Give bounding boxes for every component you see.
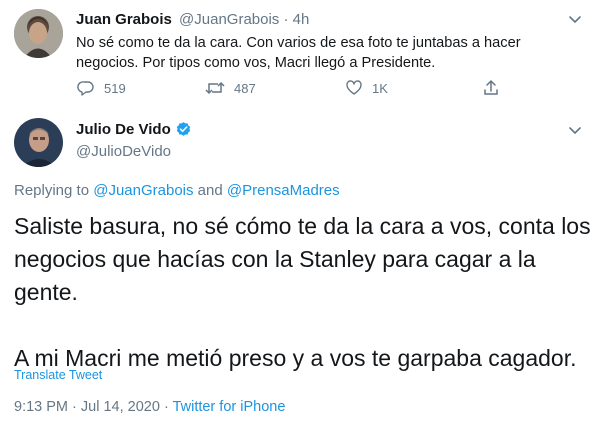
like-icon (346, 80, 362, 95)
avatar-image (14, 118, 63, 167)
separator: · (283, 11, 289, 28)
separator: · (163, 399, 169, 415)
reply-action[interactable]: 519 (77, 79, 126, 97)
handle[interactable]: @JuanGrabois (179, 11, 279, 28)
chevron-down-icon[interactable] (568, 12, 582, 26)
tweet-body-line: negocios que hacías con la Stanley para … (14, 246, 536, 272)
reply-text-line: negocios. Por tipos como vos, Macri lleg… (76, 55, 436, 71)
replying-prefix: Replying to (14, 182, 90, 199)
replying-and: and (197, 182, 223, 199)
reply-tweet-header: Juan Grabois @JuanGrabois · 4h (76, 11, 309, 28)
avatar-juan-grabois[interactable] (14, 9, 63, 58)
reply-text-line: No sé como te da la cara. Con varios de … (76, 35, 521, 51)
reply-count: 519 (104, 80, 126, 96)
tweet-body: Saliste basura, no sé cómo te da la cara… (14, 210, 591, 375)
handle[interactable]: @JulioDeVido (76, 143, 171, 160)
mention-link[interactable]: @PrensaMadres (227, 182, 340, 199)
retweet-icon (205, 81, 225, 95)
verified-badge-icon (176, 122, 190, 136)
translate-tweet-link[interactable]: Translate Tweet (14, 368, 102, 382)
tweet-meta: 9:13 PM · Jul 14, 2020 · Twitter for iPh… (14, 399, 285, 415)
tweet-body-line: Saliste basura, no sé cómo te da la cara… (14, 213, 591, 239)
like-count: 1K (372, 80, 388, 96)
reply-tweet-text: No sé como te da la cara. Con varios de … (76, 33, 521, 73)
main-tweet-name-row: Julio De Vido (76, 121, 192, 138)
share-icon[interactable] (482, 79, 500, 97)
timestamp[interactable]: 9:13 PM · Jul 14, 2020 (14, 399, 160, 415)
display-name[interactable]: Juan Grabois (76, 11, 172, 28)
like-action[interactable]: 1K (345, 79, 388, 97)
tweet-body-line: gente. (14, 279, 78, 305)
retweet-action[interactable]: 487 (205, 79, 256, 97)
mention-link[interactable]: @JuanGrabois (93, 182, 193, 199)
retweet-count: 487 (234, 80, 256, 96)
avatar-julio-de-vido[interactable] (14, 118, 63, 167)
reply-icon (77, 81, 94, 96)
chevron-down-icon[interactable] (568, 123, 582, 137)
display-name[interactable]: Julio De Vido (76, 121, 171, 138)
avatar-image (14, 9, 63, 58)
replying-to: Replying to @JuanGrabois and @PrensaMadr… (14, 182, 340, 199)
tweet-time[interactable]: 4h (293, 11, 310, 28)
source-link[interactable]: Twitter for iPhone (173, 399, 286, 415)
